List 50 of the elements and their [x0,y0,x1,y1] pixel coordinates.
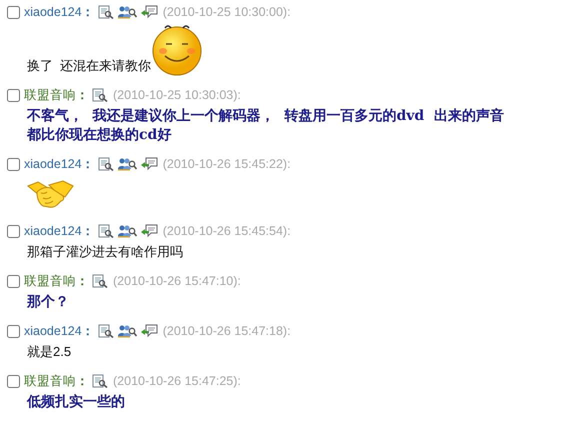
select-checkbox[interactable] [7,224,20,238]
select-checkbox[interactable] [7,324,20,338]
magnifier-document-icon[interactable] [92,88,108,102]
reply-bubble-icon[interactable] [140,324,158,338]
separator-colon: ： [76,86,89,104]
separator-colon: ： [82,156,95,173]
timestamp: (2010-10-26 15:47:25): [113,372,241,390]
user-search-icon[interactable] [116,5,137,19]
user-search-icon[interactable] [116,324,137,338]
message-text: 低频扎实一些的 [27,393,126,412]
timestamp: (2010-10-26 15:45:54): [162,222,291,240]
separator-colon: ： [76,372,89,390]
magnifier-document-icon[interactable] [92,274,108,288]
author-name[interactable]: xiaode124 [24,222,82,240]
magnifier-document-icon[interactable] [92,374,108,388]
user-search-icon[interactable] [116,224,137,238]
smiley-face-icon [151,24,204,76]
magnifier-document-icon[interactable] [98,157,114,171]
message-text: 那个？ [27,293,70,312]
user-search-icon[interactable] [116,157,137,171]
magnifier-document-icon[interactable] [98,5,114,19]
author-name[interactable]: 联盟音响 [24,86,76,104]
separator-colon: ： [82,322,95,340]
select-checkbox[interactable] [7,6,20,18]
select-checkbox[interactable] [7,274,20,288]
message-text: 就是2.5 [27,343,72,360]
magnifier-document-icon[interactable] [98,224,114,238]
timestamp: (2010-10-26 15:47:10): [113,272,241,290]
timestamp: (2010-10-25 10:30:03): [113,86,241,104]
timestamp: (2010-10-25 10:30:00): [162,4,291,21]
timestamp: (2010-10-26 15:45:22): [162,156,291,173]
reply-bubble-icon[interactable] [140,157,158,171]
separator-colon: ： [76,272,89,290]
separator-colon: ： [82,4,95,21]
magnifier-document-icon[interactable] [98,324,114,338]
reply-bubble-icon[interactable] [140,224,158,238]
select-checkbox[interactable] [7,374,20,388]
message-text: 那箱子灌沙进去有啥作用吗 [27,243,183,260]
author-name[interactable]: 联盟音响 [24,372,76,390]
select-checkbox[interactable] [7,158,20,170]
author-name[interactable]: 联盟音响 [24,272,76,290]
author-name[interactable]: xiaode124 [24,2,82,22]
author-name[interactable]: xiaode124 [24,154,82,174]
separator-colon: ： [82,222,95,240]
reply-bubble-icon[interactable] [140,5,158,19]
timestamp: (2010-10-26 15:47:18): [162,322,291,340]
message-text: 不客气， 我还是建议你上一个解码器， 转盘用一百多元的dvd 出来的声音都比你现在想换的cd好 [27,107,505,145]
message-text: 换了 还混在来请教你 [27,57,152,74]
select-checkbox[interactable] [7,88,20,102]
author-name[interactable]: xiaode124 [24,322,82,340]
